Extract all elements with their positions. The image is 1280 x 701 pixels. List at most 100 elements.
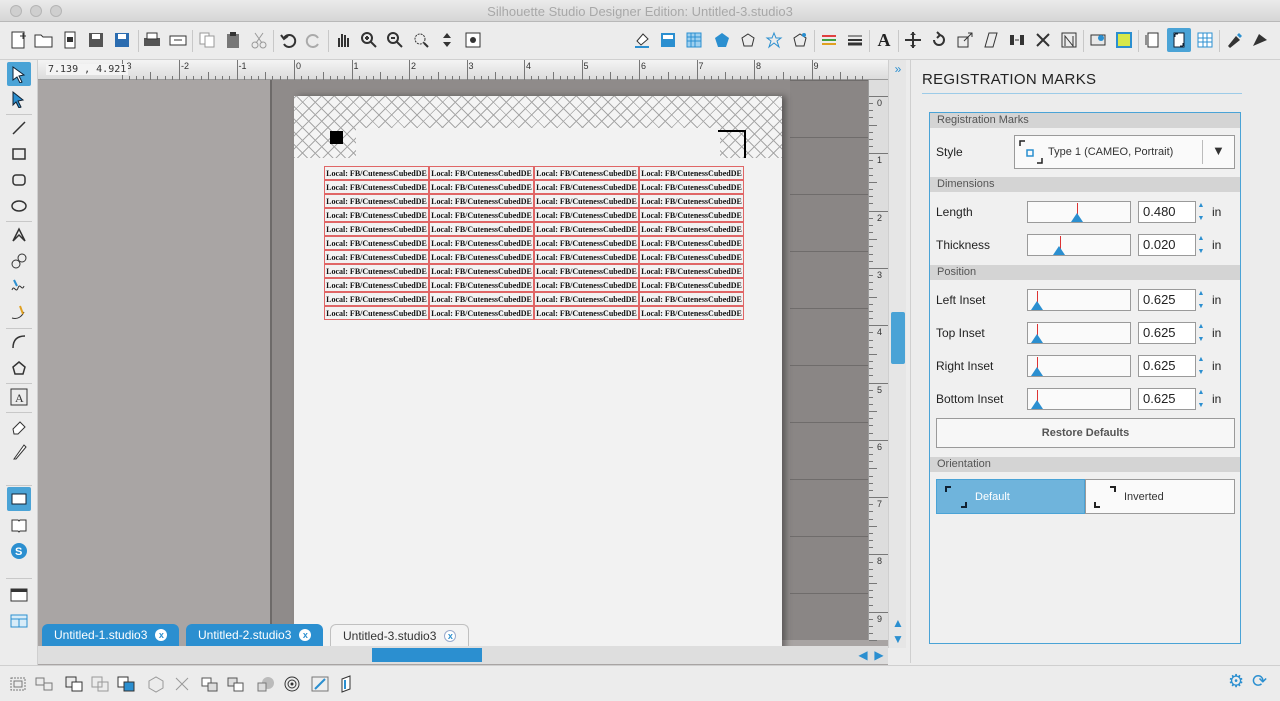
label-cell[interactable]: Local: FB/CutenessCubedDE	[429, 292, 534, 306]
collapse-panel-icon[interactable]: »	[891, 62, 905, 76]
scroll-down-icon[interactable]: ▼	[891, 632, 905, 646]
drag-zoom-icon[interactable]	[435, 28, 459, 52]
label-cell[interactable]: Local: FB/CutenessCubedDE	[324, 222, 429, 236]
label-cell[interactable]: Local: FB/CutenessCubedDE	[534, 306, 639, 320]
send-to-cutter-icon[interactable]	[166, 28, 190, 52]
label-cell[interactable]: Local: FB/CutenessCubedDE	[534, 180, 639, 194]
label-cell[interactable]: Local: FB/CutenessCubedDE	[639, 306, 744, 320]
close-tab-icon[interactable]: x	[155, 629, 168, 641]
paste-icon[interactable]	[221, 28, 245, 52]
label-cell[interactable]: Local: FB/CutenessCubedDE	[324, 306, 429, 320]
label-cell[interactable]: Local: FB/CutenessCubedDE	[534, 222, 639, 236]
label-cell[interactable]: Local: FB/CutenessCubedDE	[639, 194, 744, 208]
text-style-icon[interactable]: A	[872, 28, 896, 52]
right-inset-stepper[interactable]: ▲ ▼	[1197, 355, 1205, 377]
tab-untitled-2[interactable]: Untitled-2.studio3 x	[186, 624, 324, 646]
line-tool-icon[interactable]	[7, 116, 31, 140]
slider-handle[interactable]	[1053, 246, 1065, 255]
copy-icon[interactable]	[195, 28, 219, 52]
top-inset-slider[interactable]	[1027, 322, 1131, 344]
open-file-icon[interactable]	[58, 28, 82, 52]
label-grid[interactable]: Local: FB/CutenessCubedDE Local: FB/Cuten…	[324, 166, 744, 320]
rectangle-tool-icon[interactable]	[7, 142, 31, 166]
print-icon[interactable]	[140, 28, 164, 52]
star-offset-icon[interactable]	[762, 28, 786, 52]
design-canvas[interactable]: Local: FB/CutenessCubedDE Local: FB/Cuten…	[38, 60, 888, 665]
right-inset-slider[interactable]	[1027, 355, 1131, 377]
label-cell[interactable]: Local: FB/CutenessCubedDE	[639, 278, 744, 292]
cut-settings-icon[interactable]	[1222, 28, 1246, 52]
make-compound-icon[interactable]	[62, 672, 86, 696]
label-cell[interactable]: Local: FB/CutenessCubedDE	[429, 194, 534, 208]
label-cell[interactable]: Local: FB/CutenessCubedDE	[429, 306, 534, 320]
library-icon[interactable]	[7, 513, 31, 537]
align-icon[interactable]	[1005, 28, 1029, 52]
freehand-tool-icon[interactable]	[7, 275, 31, 299]
label-cell[interactable]: Local: FB/CutenessCubedDE	[429, 264, 534, 278]
thickness-input[interactable]: 0.020	[1138, 234, 1196, 256]
new-document-icon[interactable]	[6, 28, 30, 52]
replicate-panel-icon[interactable]	[1031, 28, 1055, 52]
label-cell[interactable]: Local: FB/CutenessCubedDE	[639, 208, 744, 222]
trace-panel-icon[interactable]	[1112, 28, 1136, 52]
pan-hand-icon[interactable]	[331, 28, 355, 52]
style-dropdown[interactable]: Type 1 (CAMEO, Portrait) ▼	[1014, 135, 1235, 169]
redo-icon[interactable]	[302, 28, 326, 52]
delete-icon[interactable]	[170, 672, 194, 696]
left-inset-slider[interactable]	[1027, 289, 1131, 311]
spiral-icon[interactable]	[280, 672, 304, 696]
label-cell[interactable]: Local: FB/CutenessCubedDE	[639, 250, 744, 264]
replicate-icon[interactable]	[710, 28, 734, 52]
label-cell[interactable]: Local: FB/CutenessCubedDE	[324, 208, 429, 222]
label-cell[interactable]: Local: FB/CutenessCubedDE	[534, 208, 639, 222]
zoom-selected-icon[interactable]	[409, 28, 433, 52]
label-cell[interactable]: Local: FB/CutenessCubedDE	[534, 236, 639, 250]
duplicate-icon[interactable]	[198, 672, 222, 696]
label-cell[interactable]: Local: FB/CutenessCubedDE	[534, 264, 639, 278]
send-backward-icon[interactable]	[224, 672, 248, 696]
label-cell[interactable]: Local: FB/CutenessCubedDE	[429, 208, 534, 222]
ellipse-tool-icon[interactable]	[7, 194, 31, 218]
grid-icon[interactable]	[1193, 28, 1217, 52]
slider-handle[interactable]	[1031, 334, 1043, 343]
registration-marks-icon[interactable]	[1167, 28, 1191, 52]
label-cell[interactable]: Local: FB/CutenessCubedDE	[429, 250, 534, 264]
fit-to-page-icon[interactable]	[461, 28, 485, 52]
split-view-icon[interactable]	[7, 609, 31, 633]
shapes-icon[interactable]	[254, 672, 278, 696]
smooth-freehand-icon[interactable]	[7, 301, 31, 325]
group-icon[interactable]	[6, 672, 30, 696]
scroll-left-icon[interactable]: ◀	[856, 648, 870, 662]
label-cell[interactable]: Local: FB/CutenessCubedDE	[429, 278, 534, 292]
slider-handle[interactable]	[1031, 301, 1043, 310]
line-color-icon[interactable]	[656, 28, 680, 52]
label-cell[interactable]: Local: FB/CutenessCubedDE	[324, 166, 429, 180]
label-cell[interactable]: Local: FB/CutenessCubedDE	[534, 250, 639, 264]
label-cell[interactable]: Local: FB/CutenessCubedDE	[639, 222, 744, 236]
orientation-inverted-button[interactable]: Inverted	[1085, 479, 1235, 514]
horizontal-scrollbar[interactable]: ◀ ▶	[38, 646, 888, 664]
top-inset-stepper[interactable]: ▲ ▼	[1197, 322, 1205, 344]
cut-icon[interactable]	[247, 28, 271, 52]
tab-untitled-3[interactable]: Untitled-3.studio3 x	[330, 624, 470, 646]
scroll-right-icon[interactable]: ▶	[872, 648, 886, 662]
knife-cut-icon[interactable]	[308, 672, 332, 696]
edit-points-icon[interactable]	[7, 87, 31, 111]
arc-tool-icon[interactable]	[7, 330, 31, 354]
refresh-icon[interactable]: ⟳	[1252, 671, 1267, 692]
shear-icon[interactable]	[979, 28, 1003, 52]
page-setup-icon[interactable]	[1141, 28, 1165, 52]
thickness-stepper[interactable]: ▲ ▼	[1197, 234, 1205, 256]
bottom-inset-stepper[interactable]: ▲ ▼	[1197, 388, 1205, 410]
label-cell[interactable]: Local: FB/CutenessCubedDE	[639, 292, 744, 306]
label-cell[interactable]: Local: FB/CutenessCubedDE	[324, 264, 429, 278]
ungroup-icon[interactable]	[32, 672, 56, 696]
weld-icon[interactable]	[144, 672, 168, 696]
open-folder-icon[interactable]	[32, 28, 56, 52]
single-view-icon[interactable]	[7, 583, 31, 607]
slider-handle[interactable]	[1031, 400, 1043, 409]
select-arrow-icon[interactable]	[7, 62, 31, 86]
fill-layer-icon[interactable]	[336, 672, 360, 696]
release-compound-icon[interactable]	[88, 672, 112, 696]
label-cell[interactable]: Local: FB/CutenessCubedDE	[429, 222, 534, 236]
